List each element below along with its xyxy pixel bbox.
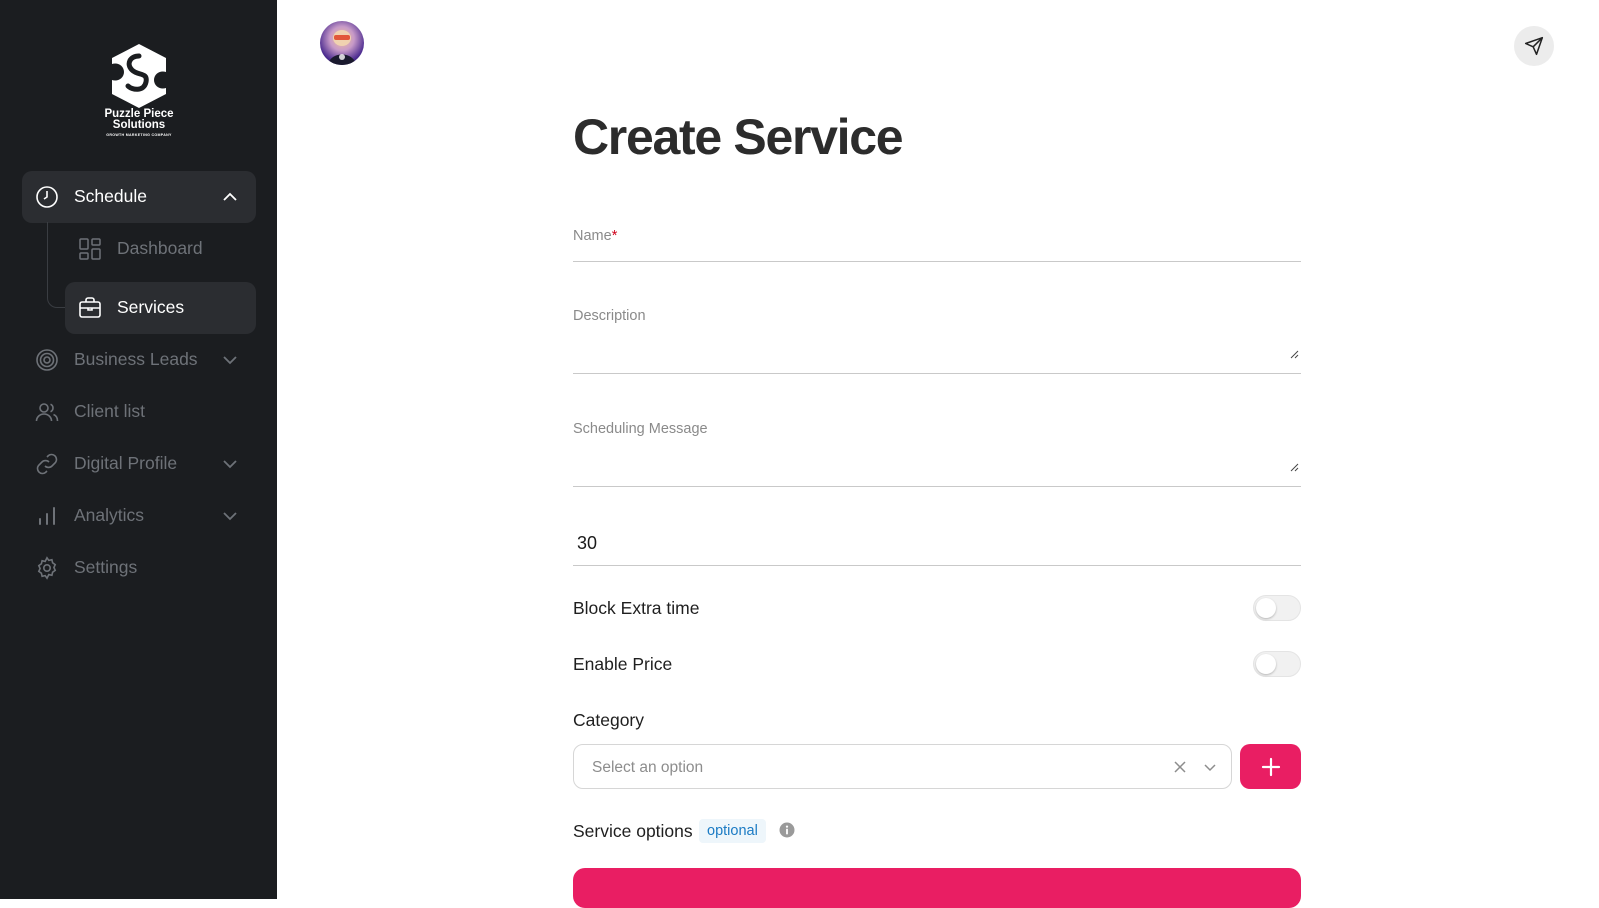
- resize-handle-icon[interactable]: [1290, 350, 1299, 359]
- sidebar-item-client-list[interactable]: Client list: [22, 386, 256, 438]
- duration-field[interactable]: 30: [573, 522, 1301, 566]
- toggle-knob: [1256, 598, 1276, 618]
- block-extra-time-toggle[interactable]: [1253, 595, 1301, 621]
- sidebar-item-label: Settings: [74, 557, 138, 577]
- plus-icon: [1261, 757, 1280, 776]
- chevron-down-icon[interactable]: [220, 454, 240, 474]
- block-extra-time-label: Block Extra time: [573, 598, 700, 618]
- resize-handle-icon[interactable]: [1290, 463, 1299, 472]
- users-icon: [35, 403, 59, 422]
- link-icon: [36, 453, 58, 475]
- brand-logo[interactable]: Puzzle Piece Solutions GROWTH MARKETING …: [96, 42, 182, 140]
- puzzle-logo-icon: [112, 44, 166, 108]
- avatar-image: [328, 30, 356, 65]
- brand-tagline: GROWTH MARKETING COMPANY: [106, 133, 172, 137]
- scheduling-message-label: Scheduling Message: [573, 421, 708, 437]
- sidebar-item-analytics[interactable]: Analytics: [22, 490, 256, 542]
- info-icon[interactable]: [779, 822, 795, 838]
- add-category-button[interactable]: [1240, 744, 1301, 789]
- category-select[interactable]: Select an option: [573, 744, 1232, 789]
- sidebar-item-label: Schedule: [74, 186, 147, 206]
- enable-price-toggle[interactable]: [1253, 651, 1301, 677]
- description-field[interactable]: Description: [573, 302, 1301, 374]
- sidebar-item-label: Analytics: [74, 505, 145, 525]
- gear-icon: [37, 556, 57, 580]
- service-options-label: Service options: [573, 821, 693, 841]
- avatar[interactable]: [320, 21, 364, 65]
- sidebar-item-services[interactable]: Services: [65, 282, 256, 334]
- sidebar: Puzzle Piece Solutions GROWTH MARKETING …: [0, 0, 277, 899]
- enable-price-label: Enable Price: [573, 654, 673, 674]
- sidebar-item-business-leads[interactable]: Business Leads: [22, 334, 256, 386]
- page-title: Create Service: [573, 109, 904, 165]
- sidebar-item-schedule[interactable]: Schedule: [22, 171, 256, 223]
- optional-badge: optional: [699, 819, 766, 843]
- sidebar-item-label: Business Leads: [74, 349, 198, 369]
- scheduling-message-field[interactable]: Scheduling Message: [573, 415, 1301, 487]
- category-placeholder: Select an option: [592, 759, 704, 776]
- send-icon: [1524, 36, 1544, 56]
- name-label: Name*: [573, 228, 618, 244]
- chevron-down-icon[interactable]: [1202, 759, 1218, 775]
- sidebar-item-label: Services: [117, 297, 185, 317]
- description-label: Description: [573, 308, 646, 324]
- required-asterisk: *: [611, 228, 618, 244]
- sidebar-item-settings[interactable]: Settings: [22, 542, 256, 594]
- toggle-knob: [1256, 654, 1276, 674]
- chevron-down-icon[interactable]: [220, 506, 240, 526]
- bar-chart-icon: [39, 507, 55, 525]
- chevron-up-icon[interactable]: [220, 187, 240, 207]
- target-icon: [36, 349, 58, 371]
- duration-value: 30: [577, 533, 598, 553]
- submit-button[interactable]: [573, 868, 1301, 908]
- grid-icon: [79, 238, 101, 260]
- clock-icon: [36, 186, 58, 208]
- sidebar-item-label: Digital Profile: [74, 453, 178, 473]
- send-button[interactable]: [1514, 26, 1554, 66]
- briefcase-icon: [79, 297, 101, 318]
- sidebar-item-label: Dashboard: [117, 238, 203, 258]
- close-icon[interactable]: [1172, 759, 1188, 775]
- brand-name-line2: Solutions: [112, 119, 166, 131]
- sidebar-item-digital-profile[interactable]: Digital Profile: [22, 438, 256, 490]
- tree-connector: [47, 222, 65, 308]
- sidebar-item-label: Client list: [74, 401, 145, 421]
- name-field[interactable]: Name*: [573, 222, 1301, 262]
- chevron-down-icon[interactable]: [220, 350, 240, 370]
- category-label: Category: [573, 710, 645, 730]
- sidebar-item-dashboard[interactable]: Dashboard: [65, 223, 256, 275]
